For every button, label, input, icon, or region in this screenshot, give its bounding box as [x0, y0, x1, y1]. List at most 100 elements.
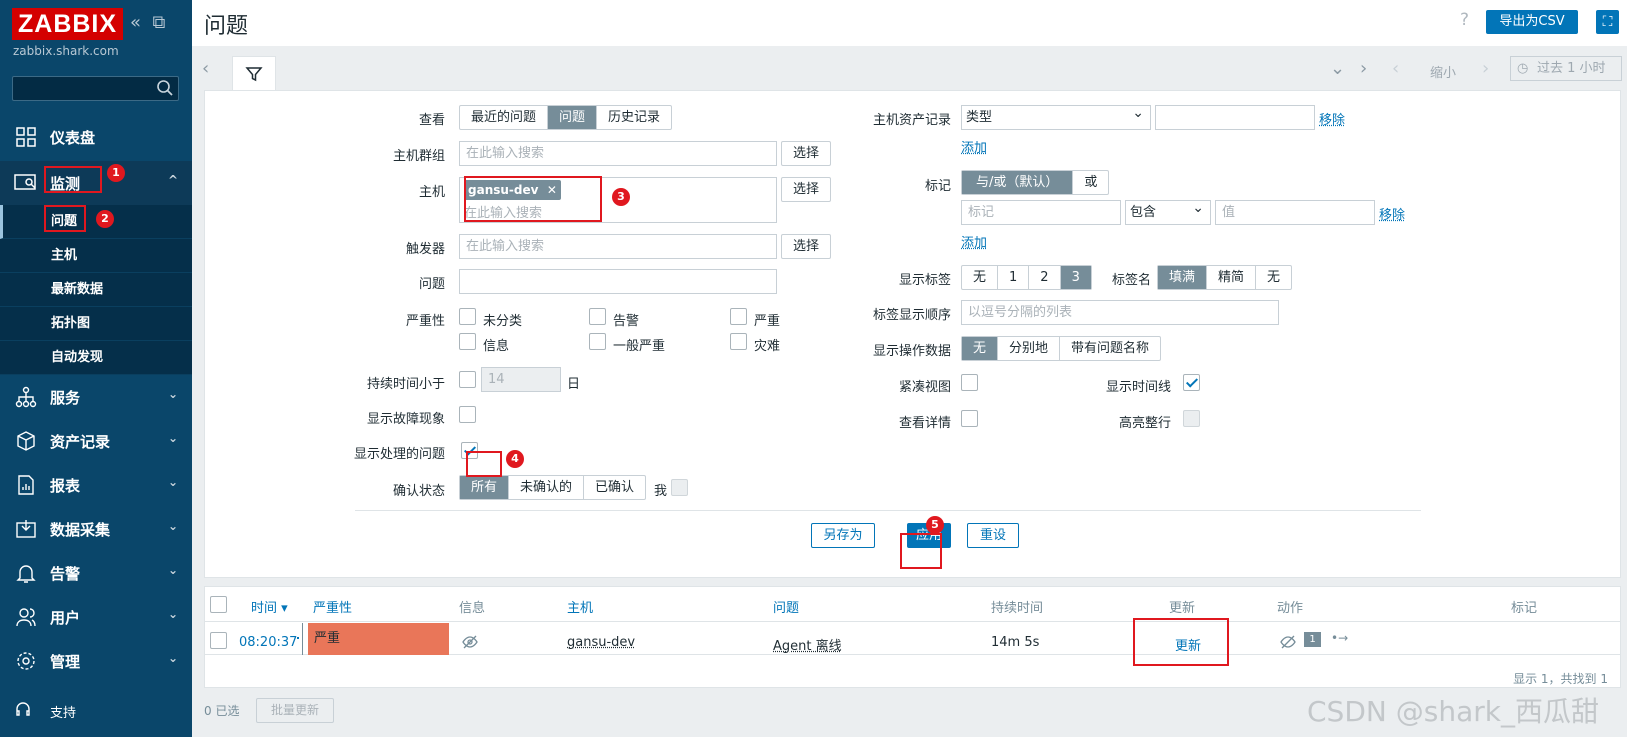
- row-host[interactable]: gansu-dev: [567, 635, 635, 650]
- show-tags-none[interactable]: 无: [962, 266, 999, 289]
- row-time[interactable]: 08:20:37: [239, 635, 297, 650]
- host-select-button[interactable]: 选择: [781, 177, 831, 202]
- chevron-left-icon[interactable]: ‹: [202, 58, 209, 79]
- menu-reports[interactable]: 报表 ⌄: [0, 463, 192, 507]
- help-icon[interactable]: ?: [1460, 10, 1469, 30]
- time-period-button[interactable]: ◷ 过去 1 小时: [1510, 56, 1622, 81]
- severity-high-checkbox[interactable]: [730, 308, 747, 325]
- time-back-icon[interactable]: ‹: [1392, 58, 1399, 79]
- severity-disaster-checkbox[interactable]: [730, 333, 747, 350]
- zabbix-logo[interactable]: ZABBIX: [12, 8, 124, 40]
- reset-button[interactable]: 重设: [967, 523, 1019, 548]
- trigger-input[interactable]: 在此输入搜索: [459, 234, 777, 259]
- export-csv-button[interactable]: 导出为CSV: [1486, 10, 1578, 34]
- inventory-field-select[interactable]: 类型: [961, 102, 1151, 130]
- services-icon: [14, 385, 38, 409]
- chevron-down-icon[interactable]: ⌄: [1330, 58, 1345, 79]
- submenu-hosts[interactable]: 主机: [0, 239, 192, 273]
- submenu-maps[interactable]: 拓扑图: [0, 307, 192, 341]
- severity-average-checkbox[interactable]: [589, 333, 606, 350]
- collapse-sidebar-icon[interactable]: « ⧉: [130, 12, 165, 33]
- tagname-short-option[interactable]: 精简: [1207, 266, 1257, 289]
- menu-inventory[interactable]: 资产记录 ⌄: [0, 419, 192, 463]
- highlight-row-checkbox[interactable]: [1183, 410, 1200, 427]
- zoom-out-button[interactable]: 缩小: [1430, 62, 1456, 81]
- tag-remove-link[interactable]: 移除: [1379, 204, 1405, 223]
- ack-by-me-checkbox[interactable]: [671, 479, 688, 496]
- menu-data-collection[interactable]: 数据采集 ⌄: [0, 507, 192, 551]
- view-problems-option[interactable]: 问题: [548, 106, 598, 129]
- opdata-with-name-option[interactable]: 带有问题名称: [1060, 337, 1160, 360]
- sidebar-search-input[interactable]: [12, 76, 179, 101]
- chevron-right-icon[interactable]: ›: [1360, 58, 1367, 79]
- select-all-checkbox[interactable]: [210, 596, 227, 613]
- row-checkbox[interactable]: [210, 632, 227, 649]
- menu-dashboard[interactable]: 仪表盘: [0, 115, 192, 159]
- tags-andor-option[interactable]: 与/或（默认）: [962, 171, 1074, 194]
- tag-value-input[interactable]: 值: [1215, 200, 1375, 225]
- show-tags-3[interactable]: 3: [1060, 266, 1091, 289]
- suppressed-action-icon[interactable]: [1280, 635, 1296, 653]
- menu-administration[interactable]: 管理 ⌄: [0, 639, 192, 683]
- tags-or-option[interactable]: 或: [1073, 171, 1108, 194]
- inventory-value-input[interactable]: [1155, 105, 1315, 130]
- show-symptoms-checkbox[interactable]: [459, 406, 476, 423]
- data-collection-icon: [14, 517, 38, 541]
- header-time[interactable]: 时间 ▾: [251, 597, 288, 616]
- header-severity[interactable]: 严重性: [313, 597, 352, 616]
- menu-alerts[interactable]: 告警 ⌄: [0, 551, 192, 595]
- inventory-add-link[interactable]: 添加: [961, 137, 987, 156]
- search-icon[interactable]: [156, 79, 174, 97]
- inventory-remove-link[interactable]: 移除: [1319, 109, 1345, 128]
- header-problem[interactable]: 问题: [773, 597, 799, 616]
- tag-name-input[interactable]: 标记: [961, 200, 1121, 225]
- ack-acked-option[interactable]: 已确认: [584, 476, 645, 499]
- time-forward-icon[interactable]: ›: [1482, 58, 1489, 79]
- monitoring-submenu: 问题 主机 最新数据 拓扑图 自动发现: [0, 205, 192, 375]
- actions-flow-icon[interactable]: •→: [1331, 631, 1348, 645]
- menu-support[interactable]: 支持: [14, 700, 76, 722]
- tagname-none-option[interactable]: 无: [1256, 266, 1291, 289]
- severity-information-checkbox[interactable]: [459, 333, 476, 350]
- annotation-box-apply: [900, 533, 942, 569]
- row-problem[interactable]: Agent 离线: [773, 635, 842, 654]
- tagname-full-option[interactable]: 填满: [1158, 266, 1208, 289]
- tag-order-input[interactable]: 以逗号分隔的列表: [961, 300, 1279, 325]
- show-tags-2[interactable]: 2: [1029, 266, 1061, 289]
- show-details-checkbox[interactable]: [961, 410, 978, 427]
- compact-view-checkbox[interactable]: [961, 374, 978, 391]
- tag-add-link[interactable]: 添加: [961, 232, 987, 251]
- submenu-latest-data[interactable]: 最新数据: [0, 273, 192, 307]
- filter-tab[interactable]: [232, 56, 276, 90]
- show-tags-1[interactable]: 1: [998, 266, 1030, 289]
- chevron-down-icon: ⌄: [167, 607, 178, 621]
- trigger-select-button[interactable]: 选择: [781, 234, 831, 259]
- chevron-down-icon: ⌄: [167, 651, 178, 665]
- severity-not-classified-checkbox[interactable]: [459, 308, 476, 325]
- message-count-icon[interactable]: 1: [1304, 632, 1321, 647]
- mass-update-button[interactable]: 批量更新: [256, 698, 334, 723]
- severity-warning-checkbox[interactable]: [589, 308, 606, 325]
- opdata-separate-option[interactable]: 分别地: [998, 337, 1061, 360]
- opdata-none-option[interactable]: 无: [962, 337, 999, 360]
- eye-off-icon[interactable]: [462, 635, 478, 653]
- tag-operator-select[interactable]: 包含: [1125, 197, 1211, 225]
- problem-input[interactable]: [459, 269, 777, 294]
- age-input[interactable]: 14: [481, 367, 561, 392]
- ack-all-option[interactable]: 所有: [460, 476, 510, 499]
- view-history-option[interactable]: 历史记录: [597, 106, 671, 129]
- view-recent-option[interactable]: 最近的问题: [460, 106, 549, 129]
- menu-services[interactable]: 服务 ⌄: [0, 375, 192, 419]
- ack-unack-option[interactable]: 未确认的: [509, 476, 585, 499]
- header-host[interactable]: 主机: [567, 597, 593, 616]
- save-as-button[interactable]: 另存为: [811, 523, 875, 548]
- show-timeline-checkbox[interactable]: [1183, 374, 1200, 391]
- age-checkbox[interactable]: [459, 371, 476, 388]
- fullscreen-icon[interactable]: ⛶: [1596, 10, 1619, 34]
- hostgroup-select-button[interactable]: 选择: [781, 141, 831, 166]
- menu-users[interactable]: 用户 ⌄: [0, 595, 192, 639]
- reports-icon: [14, 473, 38, 497]
- annotation-badge-4: 4: [506, 450, 524, 468]
- hostgroup-input[interactable]: 在此输入搜索: [459, 141, 777, 166]
- submenu-discovery[interactable]: 自动发现: [0, 341, 192, 375]
